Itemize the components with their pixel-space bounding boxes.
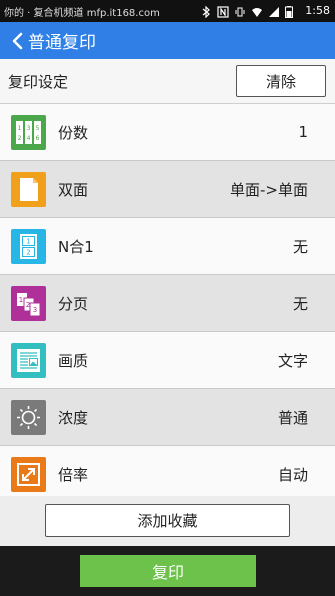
svg-text:4: 4: [27, 135, 31, 142]
zoom-ratio-icon: [11, 456, 46, 492]
setting-label: 分页: [58, 294, 89, 313]
status-time: 1:58: [305, 4, 330, 17]
settings-header: 复印设定 清除: [0, 59, 335, 104]
settings-list: 1 3 5 2 4 6 份数 1 双面 单面->单面 1 2 N合1 无 1 2…: [0, 104, 335, 496]
setting-row-image-quality[interactable]: 画质 文字: [0, 332, 335, 389]
setting-value: 1: [298, 123, 308, 141]
nfc-icon: [217, 3, 229, 18]
wifi-icon: [251, 3, 263, 17]
svg-text:1: 1: [18, 125, 22, 132]
svg-text:2: 2: [26, 248, 30, 256]
status-bar: 你的 · 复合机频道 mfp.it168.com 1:58: [0, 0, 335, 22]
copies-icon: 1 3 5 2 4 6: [11, 114, 46, 150]
collate-icon: 1 2 3: [11, 285, 46, 321]
svg-text:5: 5: [36, 125, 40, 132]
status-bar-text: 你的 · 复合机频道 mfp.it168.com: [4, 8, 160, 19]
setting-row-n-in-1[interactable]: 1 2 N合1 无: [0, 218, 335, 275]
svg-text:3: 3: [27, 125, 31, 132]
setting-value: 自动: [277, 465, 308, 484]
duplex-icon: [11, 171, 46, 207]
clear-button[interactable]: 清除: [236, 65, 326, 97]
chevron-left-icon: [12, 32, 23, 49]
svg-text:6: 6: [36, 135, 40, 142]
setting-label: N合1: [58, 237, 94, 256]
density-icon: [11, 399, 46, 435]
setting-label: 画质: [58, 351, 89, 370]
settings-title: 复印设定: [8, 73, 69, 91]
battery-icon: [285, 3, 297, 18]
app-bar: 普通复印: [0, 22, 335, 59]
setting-value: 普通: [277, 408, 308, 427]
setting-row-zoom[interactable]: 倍率 自动: [0, 446, 335, 496]
svg-text:1: 1: [19, 296, 23, 304]
setting-value: 无: [292, 237, 308, 256]
add-favorite-button[interactable]: 添加收藏: [45, 504, 290, 537]
svg-text:2: 2: [26, 301, 30, 309]
vibrate-icon: [234, 3, 246, 17]
n-in-1-icon: 1 2: [11, 228, 46, 264]
setting-label: 倍率: [58, 465, 89, 484]
svg-text:3: 3: [33, 306, 37, 314]
setting-value: 单面->单面: [230, 180, 308, 199]
bluetooth-icon: [200, 3, 212, 19]
setting-label: 浓度: [58, 408, 89, 427]
setting-row-collate[interactable]: 1 2 3 分页 无: [0, 275, 335, 332]
setting-label: 份数: [58, 123, 89, 142]
setting-value: 无: [292, 294, 308, 313]
setting-row-duplex[interactable]: 双面 单面->单面: [0, 161, 335, 218]
copy-button[interactable]: 复印: [80, 555, 256, 587]
setting-value: 文字: [277, 351, 308, 370]
favorites-area: 添加收藏: [0, 496, 335, 546]
back-button[interactable]: [6, 22, 28, 59]
setting-row-density[interactable]: 浓度 普通: [0, 389, 335, 446]
svg-text:2: 2: [18, 135, 22, 142]
setting-label: 双面: [58, 180, 89, 199]
signal-icon: [268, 3, 280, 17]
page-title: 普通复印: [28, 33, 96, 53]
setting-row-copies[interactable]: 1 3 5 2 4 6 份数 1: [0, 104, 335, 161]
status-icons: [200, 3, 297, 19]
svg-text:1: 1: [26, 237, 30, 245]
image-quality-icon: [11, 342, 46, 378]
bottom-bar: 复印: [0, 546, 335, 596]
